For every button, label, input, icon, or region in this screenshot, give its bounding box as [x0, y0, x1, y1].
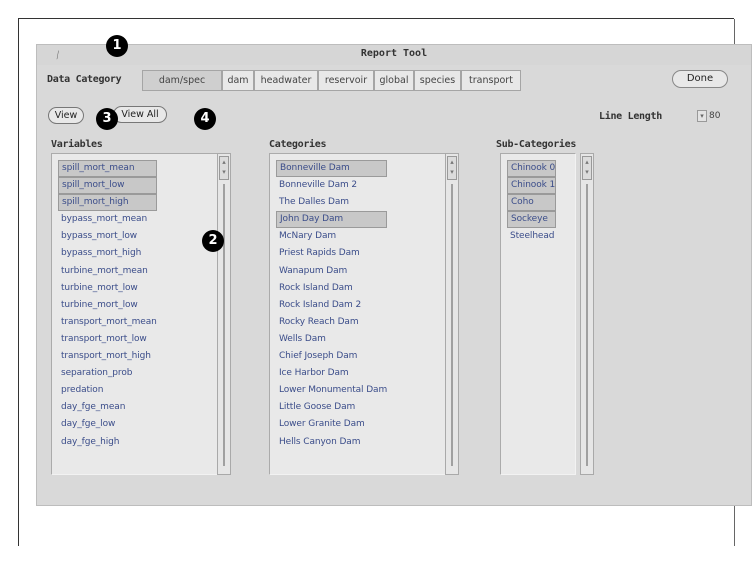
callout-marker-1: 1	[106, 35, 128, 57]
category-list-item[interactable]: Rocky Reach Dam	[276, 314, 387, 331]
subcategory-list-item[interactable]: Chinook 1	[507, 177, 557, 195]
subcategory-list-item[interactable]: Chinook 0	[507, 160, 557, 178]
title-bar: ⟋ Report Tool	[37, 45, 751, 65]
variable-list-item[interactable]: turbine_mort_low	[58, 297, 157, 314]
data-category-label: Data Category	[47, 74, 122, 85]
variable-list-item[interactable]: transport_mort_mean	[58, 314, 157, 331]
variable-list-item[interactable]: bypass_mort_mean	[58, 211, 157, 228]
subcategories-heading: Sub-Categories	[496, 139, 577, 150]
category-list-item[interactable]: Priest Rapids Dam	[276, 245, 387, 262]
variable-list-item[interactable]: separation_prob	[58, 365, 157, 382]
variable-list-item[interactable]: predation	[58, 382, 157, 399]
subcategories-list[interactable]: Chinook 0 Chinook 1 Coho Sockeye Steelhead	[500, 153, 576, 475]
variable-list-item[interactable]: bypass_mort_high	[58, 245, 157, 262]
category-list-item[interactable]: Wells Dam	[276, 331, 387, 348]
category-list-item[interactable]: John Day Dam	[276, 211, 388, 229]
subcategories-scrollbar[interactable]: ▴ ▾	[580, 153, 594, 475]
callout-marker-4: 4	[194, 108, 216, 130]
category-list-item[interactable]: Ice Harbor Dam	[276, 365, 387, 382]
variable-list-item[interactable]: day_fge_mean	[58, 399, 157, 416]
scroll-track[interactable]	[586, 184, 588, 466]
variable-list-item[interactable]: spill_mort_mean	[58, 160, 157, 178]
category-list-item[interactable]: Little Goose Dam	[276, 399, 387, 416]
category-list-item[interactable]: Bonneville Dam	[276, 160, 388, 178]
category-list-item[interactable]: Bonneville Dam 2	[276, 177, 387, 194]
variable-list-item[interactable]: spill_mort_high	[58, 194, 157, 212]
scroll-arrows-icon[interactable]: ▴ ▾	[447, 156, 457, 180]
category-list-item[interactable]: Lower Monumental Dam	[276, 382, 387, 399]
category-list-item[interactable]: McNary Dam	[276, 228, 387, 245]
tab-reservoir[interactable]: reservoir	[318, 70, 374, 91]
variables-heading: Variables	[51, 139, 103, 150]
subcategory-list-item[interactable]: Steelhead	[507, 228, 556, 245]
variable-list-item[interactable]: transport_mort_low	[58, 331, 157, 348]
category-list-item[interactable]: Lower Granite Dam	[276, 416, 387, 433]
category-list-item[interactable]: Wanapum Dam	[276, 263, 387, 280]
callout-marker-3: 3	[96, 108, 118, 130]
tab-global[interactable]: global	[374, 70, 414, 91]
variable-list-item[interactable]: turbine_mort_mean	[58, 263, 157, 280]
category-list-item[interactable]: Hells Canyon Dam	[276, 434, 387, 451]
line-length-label: Line Length	[599, 111, 662, 122]
variables-scrollbar[interactable]: ▴ ▾	[217, 153, 231, 475]
category-list-item[interactable]: Rock Island Dam	[276, 280, 387, 297]
categories-heading: Categories	[269, 139, 327, 150]
category-list-item[interactable]: The Dalles Dam	[276, 194, 387, 211]
report-tool-window: ⟋ Report Tool Data Category dam/spec dam…	[36, 44, 752, 506]
subcategory-list-item[interactable]: Coho	[507, 194, 557, 212]
scroll-arrows-icon[interactable]: ▴ ▾	[219, 156, 229, 180]
variable-list-item[interactable]: turbine_mort_low	[58, 280, 157, 297]
variable-list-item[interactable]: bypass_mort_low	[58, 228, 157, 245]
done-button[interactable]: Done	[672, 70, 728, 88]
variable-list-item[interactable]: spill_mort_low	[58, 177, 157, 195]
window-title: Report Tool	[360, 48, 428, 59]
tab-dam[interactable]: dam	[222, 70, 254, 91]
variable-list-item[interactable]: transport_mort_high	[58, 348, 157, 365]
variable-list-item[interactable]: day_fge_low	[58, 416, 157, 433]
subcategory-list-item[interactable]: Sockeye	[507, 211, 557, 229]
variable-list-item[interactable]: day_fge_high	[58, 434, 157, 451]
tab-species[interactable]: species	[414, 70, 461, 91]
scroll-track[interactable]	[451, 184, 453, 466]
category-list-item[interactable]: Chief Joseph Dam	[276, 348, 387, 365]
scroll-arrows-icon[interactable]: ▴ ▾	[582, 156, 592, 180]
category-list-item[interactable]: Rock Island Dam 2	[276, 297, 387, 314]
tab-headwater[interactable]: headwater	[254, 70, 318, 91]
variables-list[interactable]: spill_mort_mean spill_mort_low spill_mort_…	[51, 153, 224, 475]
callout-marker-2: 2	[202, 230, 224, 252]
view-button[interactable]: View	[48, 107, 84, 124]
scroll-track[interactable]	[223, 184, 225, 466]
categories-list[interactable]: Bonneville Dam Bonneville Dam 2 The Dalles…	[269, 153, 449, 475]
tab-transport[interactable]: transport	[461, 70, 521, 91]
view-all-button[interactable]: View All	[113, 106, 167, 123]
line-length-value[interactable]: 80	[709, 111, 739, 121]
categories-scrollbar[interactable]: ▴ ▾	[445, 153, 459, 475]
tab-dam-spec[interactable]: dam/spec	[142, 70, 222, 91]
line-length-stepper[interactable]: ▾	[697, 110, 707, 122]
